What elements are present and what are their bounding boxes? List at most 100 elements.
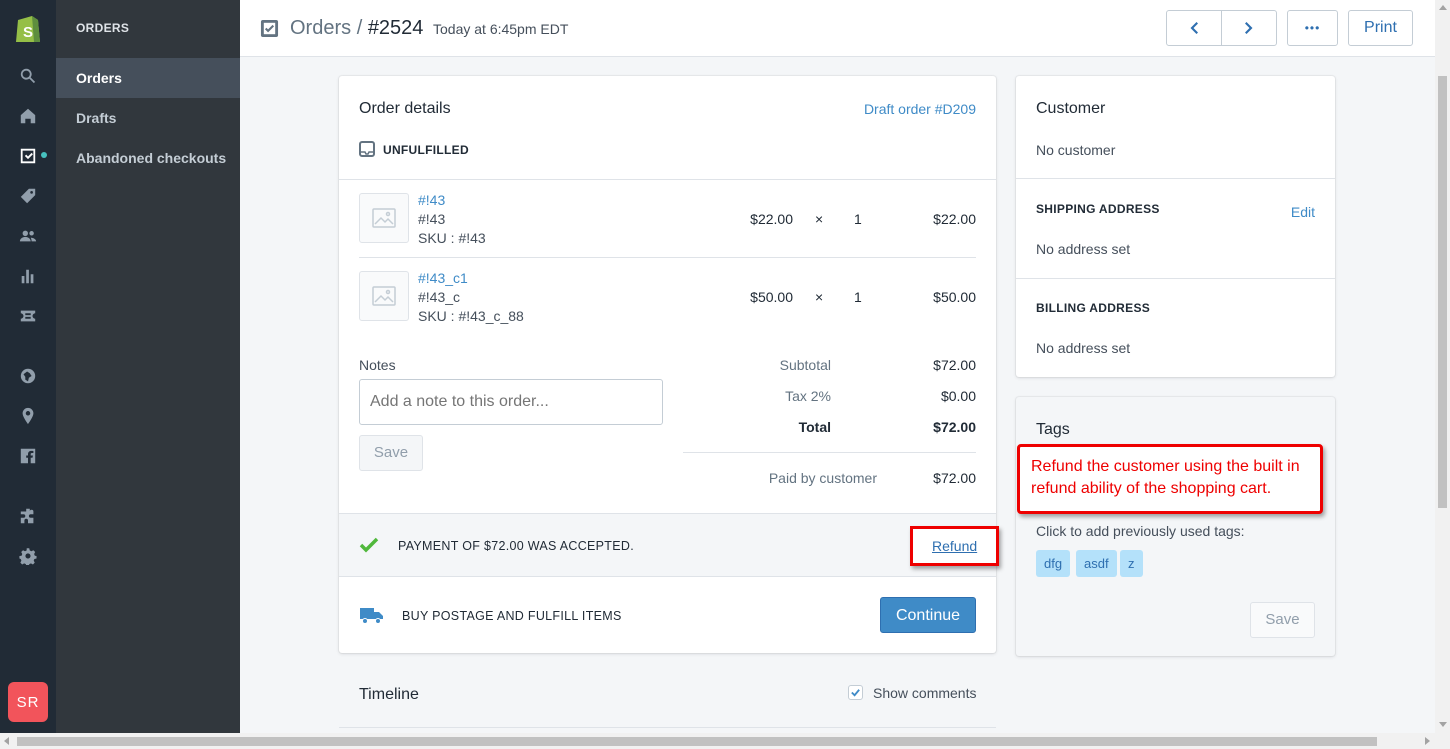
line-item-price: $22.00: [750, 211, 793, 227]
show-comments-checkbox[interactable]: [848, 685, 863, 700]
line-item-times: ×: [815, 211, 824, 227]
line-item-name-link[interactable]: #!43: [418, 192, 445, 208]
payment-accepted-message: PAYMENT OF $72.00 WAS ACCEPTED.: [398, 539, 634, 553]
tags-card: Tags Click to add previously used tags: …: [1016, 397, 1335, 656]
scrollbar-thumb[interactable]: [1438, 76, 1447, 508]
facebook-icon[interactable]: [18, 446, 38, 466]
print-button[interactable]: Print: [1348, 10, 1413, 46]
subnav-section-title: ORDERS: [76, 21, 130, 35]
products-icon[interactable]: [18, 186, 38, 206]
subnav-item-drafts[interactable]: Drafts: [56, 98, 240, 138]
more-actions-button[interactable]: •••: [1287, 10, 1338, 46]
no-customer-text: No customer: [1036, 142, 1116, 158]
apps-icon[interactable]: [18, 506, 38, 526]
fulfillment-status: UNFULFILLED: [383, 143, 469, 157]
previous-order-button[interactable]: [1166, 10, 1222, 46]
show-comments-label: Show comments: [873, 685, 977, 701]
line-item-times: ×: [815, 289, 824, 305]
user-avatar[interactable]: SR: [8, 682, 48, 722]
discounts-icon[interactable]: [18, 306, 38, 326]
page-title: #2524: [367, 17, 424, 39]
tag-chip[interactable]: z: [1120, 550, 1143, 577]
scroll-up-arrow[interactable]: [1439, 5, 1447, 10]
truck-icon: [360, 608, 383, 624]
draft-order-link[interactable]: Draft order #D209: [864, 101, 976, 117]
save-note-button[interactable]: Save: [359, 435, 423, 471]
line-item-sku: SKU : #!43: [418, 230, 486, 246]
customer-card: Customer No customer SHIPPING ADDRESS Ed…: [1016, 76, 1335, 377]
continue-button[interactable]: Continue: [880, 597, 976, 633]
home-icon[interactable]: [18, 106, 38, 126]
paid-by-customer-value: $72.00: [933, 470, 976, 486]
notification-dot: [41, 152, 47, 158]
tag-chip[interactable]: dfg: [1036, 550, 1071, 577]
tags-title: Tags: [1036, 421, 1070, 438]
breadcrumb-orders-link[interactable]: Orders: [290, 17, 351, 39]
orders-title-icon: [260, 19, 279, 38]
order-note-input[interactable]: [359, 379, 663, 425]
orders-subnav: ORDERS Orders Drafts Abandoned checkouts: [56, 0, 240, 749]
scroll-left-arrow[interactable]: [4, 737, 9, 745]
image-icon: [372, 208, 396, 228]
breadcrumb: Orders / #2524: [290, 17, 423, 40]
checkmark-icon: [851, 689, 860, 697]
scroll-right-arrow[interactable]: [1425, 737, 1430, 745]
edit-shipping-link[interactable]: Edit: [1291, 204, 1315, 220]
analytics-icon[interactable]: [18, 266, 38, 286]
icon-rail: S SR: [0, 0, 56, 749]
save-tags-button[interactable]: Save: [1250, 602, 1315, 638]
scroll-down-arrow[interactable]: [1439, 722, 1447, 727]
billing-address-value: No address set: [1036, 340, 1131, 356]
online-store-icon[interactable]: [18, 366, 38, 386]
divider: [1016, 178, 1335, 179]
divider: [339, 179, 996, 180]
unfulfilled-icon: [359, 141, 375, 157]
vertical-scrollbar[interactable]: [1435, 0, 1450, 733]
total-label: Total: [798, 419, 831, 435]
fulfill-items-message: BUY POSTAGE AND FULFILL ITEMS: [402, 609, 622, 623]
line-item-name-link[interactable]: #!43_c1: [418, 270, 468, 286]
customer-title: Customer: [1036, 100, 1106, 117]
timeline-title: Timeline: [359, 686, 419, 703]
line-item-total: $50.00: [933, 289, 976, 305]
breadcrumb-separator: /: [356, 17, 363, 39]
billing-address-title: BILLING ADDRESS: [1036, 301, 1151, 315]
refund-button[interactable]: Refund: [932, 538, 977, 554]
line-item-sku: SKU : #!43_c_88: [418, 308, 524, 324]
customers-icon[interactable]: [18, 226, 38, 246]
subnav-item-orders[interactable]: Orders: [56, 58, 240, 98]
horizontal-scrollbar[interactable]: [0, 733, 1450, 749]
divider: [339, 727, 996, 728]
shipping-address-value: No address set: [1036, 241, 1131, 257]
shopify-logo[interactable]: S: [14, 12, 42, 44]
subtotal-value: $72.00: [933, 357, 976, 373]
orders-icon[interactable]: [18, 146, 38, 166]
shipping-address-title: SHIPPING ADDRESS: [1036, 202, 1160, 216]
page-header: Orders / #2524 Today at 6:45pm EDT ••• P…: [240, 0, 1435, 57]
next-order-button[interactable]: [1221, 10, 1277, 46]
tax-value: $0.00: [940, 388, 976, 404]
line-item-total: $22.00: [933, 211, 976, 227]
chevron-left-icon: [1190, 22, 1198, 34]
location-icon[interactable]: [18, 406, 38, 426]
subtotal-label: Subtotal: [779, 357, 831, 373]
checkmark-icon: [359, 537, 379, 553]
paid-by-customer-label: Paid by customer: [768, 470, 877, 486]
total-value: $72.00: [933, 419, 976, 435]
scrollbar-thumb[interactable]: [17, 737, 1377, 746]
line-item-quantity: 1: [854, 289, 862, 305]
subnav-item-abandoned-checkouts[interactable]: Abandoned checkouts: [56, 138, 240, 178]
product-image-placeholder: [359, 193, 409, 243]
order-details-card: Order details Draft order #D209 UNFULFIL…: [339, 76, 999, 653]
line-item-variant: #!43: [418, 211, 446, 227]
divider: [1016, 278, 1335, 279]
line-item-variant: #!43_c: [418, 289, 461, 305]
settings-icon[interactable]: [18, 546, 38, 566]
divider: [683, 452, 976, 453]
search-icon[interactable]: [18, 66, 38, 86]
tax-label: Tax 2%: [785, 388, 831, 404]
order-details-title: Order details: [359, 100, 451, 117]
chevron-right-icon: [1245, 22, 1253, 34]
annotation-callout: Refund the customer using the built in r…: [1017, 444, 1323, 514]
tag-chip[interactable]: asdf: [1076, 550, 1117, 577]
